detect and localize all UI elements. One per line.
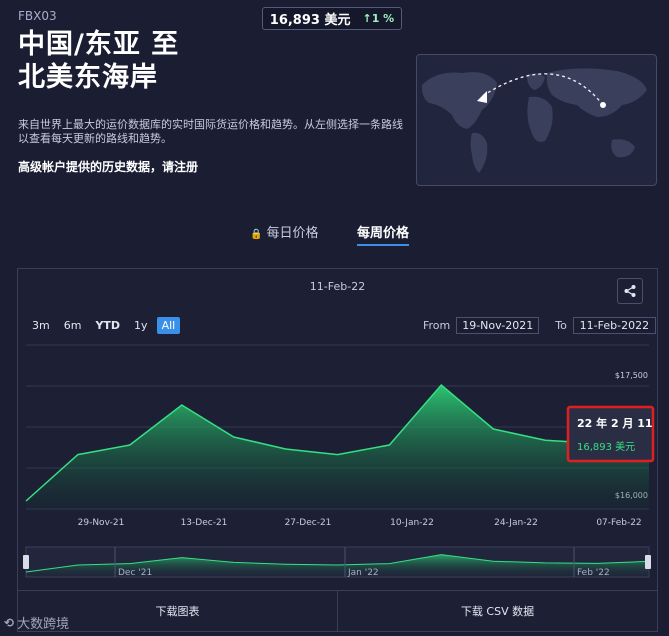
watermark-logo-icon: ⟲ (4, 615, 15, 630)
page-title: 中国/东亚 至 北美东海岸 (18, 28, 179, 94)
route-map (416, 54, 657, 186)
x-tick-label: 24-Jan-22 (494, 518, 538, 528)
route-code: FBX03 (18, 9, 57, 23)
download-csv-button[interactable]: 下载 CSV 数据 (338, 591, 657, 631)
tab-daily-price[interactable]: 🔒 每日价格 (250, 222, 318, 241)
world-map-icon (421, 68, 647, 173)
navigator-label: Jan '22 (347, 568, 379, 578)
chart-panel: 11-Feb-22 3m 6m YTD 1y All From 19-Nov-2… (17, 268, 658, 632)
tooltip-date: 22 年 2 月 11 日 (577, 416, 657, 430)
navigator-label: Dec '21 (118, 568, 152, 578)
download-bar: 下载图表 下载 CSV 数据 (18, 590, 657, 631)
y-tick-label: $17,500 (615, 371, 648, 380)
x-tick-label: 07-Feb-22 (596, 518, 641, 528)
x-tick-label: 13-Dec-21 (181, 518, 228, 528)
price-change: ↑1 % (362, 12, 395, 25)
tab-daily-label: 每日价格 (266, 226, 319, 241)
premium-link[interactable]: 高级帐户提供的历史数据，请注册 (18, 158, 198, 175)
x-tick-label: 27-Dec-21 (285, 518, 332, 528)
navigator-left-handle[interactable] (23, 555, 29, 569)
price-badge: 16,893 美元 ↑1 % (262, 7, 402, 30)
current-price: 16,893 美元 (269, 13, 351, 28)
x-tick-label: 29-Nov-21 (78, 518, 125, 528)
navigator-right-handle[interactable] (645, 555, 651, 569)
price-tabs: 🔒 每日价格 每周价格 (0, 222, 669, 246)
route-description: 来自世界上最大的运价数据库的实时国际货运价格和趋势。从左侧选择一条路线以查看每天… (18, 118, 403, 145)
chart-tooltip: 22 年 2 月 11 日 16,893 美元 (566, 405, 657, 463)
tab-weekly-price[interactable]: 每周价格 (357, 222, 410, 246)
title-line-1: 中国/东亚 至 (18, 29, 180, 60)
price-chart[interactable]: $16,000$16,500$17,500 29-Nov-2113-Dec-21… (18, 269, 657, 589)
title-line-2: 北美东海岸 (18, 62, 158, 93)
navigator-label: Feb '22 (577, 568, 610, 578)
tooltip-value: 16,893 美元 (577, 440, 635, 453)
x-tick-label: 10-Jan-22 (390, 518, 434, 528)
watermark-text: 大数跨境 (17, 617, 70, 632)
watermark: ⟲ 大数跨境 (4, 613, 70, 633)
lock-icon: 🔒 (250, 229, 263, 240)
